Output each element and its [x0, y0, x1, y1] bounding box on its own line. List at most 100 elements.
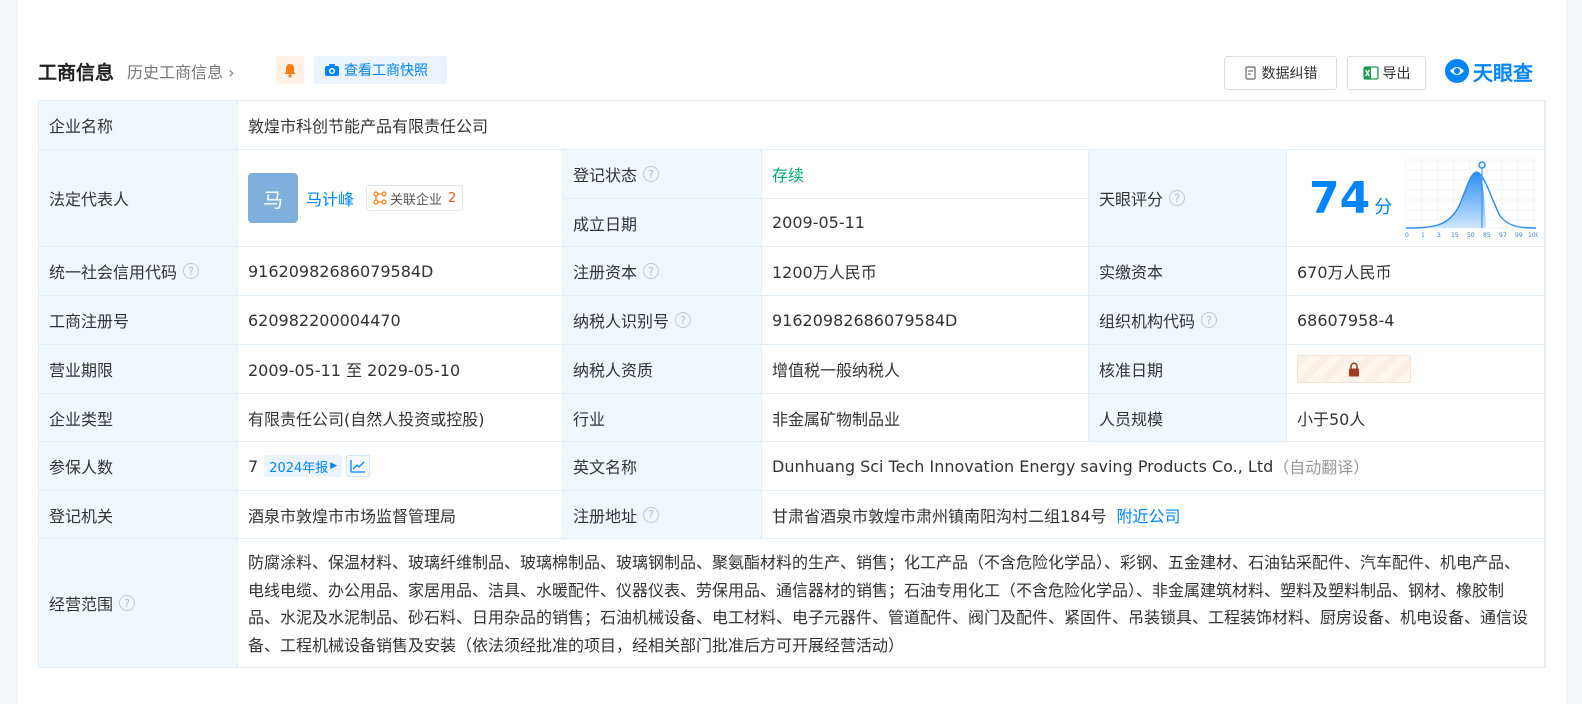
- label-credit-code: 统一社会信用代码 ?: [39, 247, 238, 296]
- score-tick: 0: [1405, 232, 1409, 239]
- logo-text: 天眼查: [1473, 60, 1533, 85]
- snapshot-button[interactable]: 查看工商快照: [314, 56, 447, 84]
- score-distribution-chart: 0 1 3 15 50 85 97 99 100: [1405, 159, 1538, 239]
- label-legal-rep: 法定代表人: [39, 150, 238, 247]
- caret-right-icon: ▶: [330, 461, 338, 471]
- label-biz-reg-no: 工商注册号: [39, 296, 238, 345]
- legal-rep-cell: 马 马计峰 关联企业 2: [238, 150, 563, 247]
- approval-date-cell: [1287, 345, 1545, 394]
- line-chart-icon: [350, 460, 366, 473]
- export-button[interactable]: 导出: [1347, 56, 1426, 90]
- value-taxpayer-type: 增值税一般纳税人: [762, 345, 1089, 394]
- reg-capital-label: 注册资本: [573, 263, 638, 282]
- score-tick: 99: [1515, 232, 1523, 239]
- annual-report-button[interactable]: 2024年报 ▶: [264, 455, 343, 477]
- label-biz-term: 营业期限: [39, 345, 238, 394]
- help-icon[interactable]: ?: [1169, 190, 1186, 206]
- label-reg-authority: 登记机关: [39, 491, 238, 539]
- auto-translate-note: （自动翻译）: [1273, 458, 1370, 477]
- related-count: 2: [448, 190, 457, 206]
- lock-icon: [1349, 361, 1359, 376]
- annual-report-label: 2024年报: [269, 460, 329, 476]
- help-icon[interactable]: ?: [643, 506, 660, 523]
- label-industry: 行业: [563, 394, 762, 442]
- tianyan-score-label: 天眼评分: [1099, 190, 1164, 209]
- help-icon[interactable]: ?: [643, 166, 660, 182]
- value-paid-capital: 670万人民币: [1287, 247, 1545, 296]
- help-icon[interactable]: ?: [675, 312, 692, 328]
- tianyancha-eye-icon: [1445, 59, 1469, 83]
- legal-rep-name-link[interactable]: 马计峰: [306, 186, 354, 210]
- help-icon[interactable]: ?: [643, 263, 660, 279]
- score-unit: 分: [1374, 197, 1393, 218]
- value-reg-authority: 酒泉市敦煌市市场监督管理局: [238, 491, 563, 539]
- value-company-name: 敦煌市科创节能产品有限责任公司: [238, 101, 1545, 150]
- section-header: 工商信息 历史工商信息 › 查看工商快照 数据纠错 导出 天眼查: [38, 52, 1546, 92]
- label-paid-capital: 实缴资本: [1089, 247, 1287, 296]
- credit-code-label: 统一社会信用代码: [49, 263, 178, 282]
- edit-doc-icon: [1244, 66, 1256, 80]
- score-value: 74: [1309, 172, 1371, 224]
- related-companies-button[interactable]: 关联企业 2: [366, 185, 464, 211]
- label-company-type: 企业类型: [39, 394, 238, 442]
- tianyancha-logo: 天眼查: [1444, 56, 1546, 86]
- nearby-companies-link[interactable]: 附近公司: [1117, 503, 1181, 527]
- label-taxpayer-id: 纳税人识别号 ?: [563, 296, 762, 345]
- value-credit-code: 91620982686079584D: [238, 247, 563, 296]
- help-icon[interactable]: ?: [183, 263, 200, 279]
- reg-status-label: 登记状态: [573, 166, 638, 185]
- avatar[interactable]: 马: [248, 173, 298, 223]
- score-tick: 100: [1528, 232, 1538, 239]
- history-label: 历史工商信息: [127, 63, 224, 82]
- business-info-table: 企业名称 敦煌市科创节能产品有限责任公司 法定代表人 马 马计峰 关联企业 2 …: [38, 100, 1546, 668]
- chevron-right-icon: ›: [228, 63, 235, 82]
- score-tick: 1: [1421, 232, 1425, 239]
- label-reg-capital: 注册资本 ?: [563, 247, 762, 296]
- value-found-date: 2009-05-11: [762, 199, 1089, 247]
- monitor-bell-button[interactable]: [276, 56, 304, 84]
- value-english-name: Dunhuang Sci Tech Innovation Energy savi…: [772, 456, 1274, 476]
- score-tick: 50: [1467, 232, 1475, 239]
- snapshot-label: 查看工商快照: [344, 63, 428, 79]
- insured-cell: 7 2024年报 ▶: [238, 442, 563, 491]
- label-staff-size: 人员规模: [1089, 394, 1287, 442]
- label-reg-address: 注册地址 ?: [563, 491, 762, 539]
- data-correction-button[interactable]: 数据纠错: [1224, 56, 1337, 90]
- label-org-code: 组织机构代码 ?: [1089, 296, 1287, 345]
- value-biz-term: 2009-05-11 至 2029-05-10: [238, 345, 563, 394]
- taxpayer-id-label: 纳税人识别号: [573, 312, 670, 331]
- score-tick: 97: [1499, 232, 1507, 239]
- label-found-date: 成立日期: [563, 199, 762, 247]
- value-taxpayer-id: 91620982686079584D: [762, 296, 1089, 345]
- insured-count: 7: [248, 456, 259, 476]
- data-correction-label: 数据纠错: [1261, 66, 1318, 82]
- related-network-icon: [373, 191, 387, 205]
- value-biz-scope: 防腐涂料、保温材料、玻璃纤维制品、玻璃棉制品、玻璃钢制品、聚氨酯材料的生产、销售…: [238, 539, 1545, 668]
- reg-address-cell: 甘肃省酒泉市敦煌市肃州镇南阳沟村二组184号 附近公司: [762, 491, 1545, 539]
- value-reg-address: 甘肃省酒泉市敦煌市肃州镇南阳沟村二组184号: [772, 506, 1107, 526]
- score-tick: 3: [1437, 232, 1441, 239]
- score-tick: 15: [1451, 232, 1459, 239]
- label-company-name: 企业名称: [39, 101, 238, 150]
- history-link[interactable]: 历史工商信息 ›: [127, 59, 235, 83]
- help-icon[interactable]: ?: [119, 595, 136, 611]
- bell-icon: [284, 63, 296, 77]
- value-industry: 非金属矿物制品业: [762, 394, 1089, 442]
- label-english-name: 英文名称: [563, 442, 762, 491]
- label-tianyan-score: 天眼评分 ?: [1089, 150, 1287, 247]
- biz-scope-label: 经营范围: [49, 595, 114, 614]
- locked-value-button[interactable]: [1297, 355, 1411, 383]
- help-icon[interactable]: ?: [1201, 312, 1218, 328]
- label-insured: 参保人数: [39, 442, 238, 491]
- value-biz-reg-no: 620982200004470: [238, 296, 563, 345]
- label-taxpayer-type: 纳税人资质: [563, 345, 762, 394]
- trend-chart-button[interactable]: [346, 455, 371, 477]
- value-org-code: 68607958-4: [1287, 296, 1545, 345]
- label-reg-status: 登记状态 ?: [563, 150, 762, 199]
- label-approval-date: 核准日期: [1089, 345, 1287, 394]
- value-staff-size: 小于50人: [1287, 394, 1545, 442]
- tianyan-score-cell[interactable]: 74 分 0 1 3 15 50 85 97 99 10: [1287, 150, 1545, 247]
- reg-address-label: 注册地址: [573, 506, 638, 526]
- score-tick: 85: [1483, 232, 1491, 239]
- business-info-card: 工商信息 历史工商信息 › 查看工商快照 数据纠错 导出 天眼查 企业名称 敦煌…: [18, 0, 1566, 704]
